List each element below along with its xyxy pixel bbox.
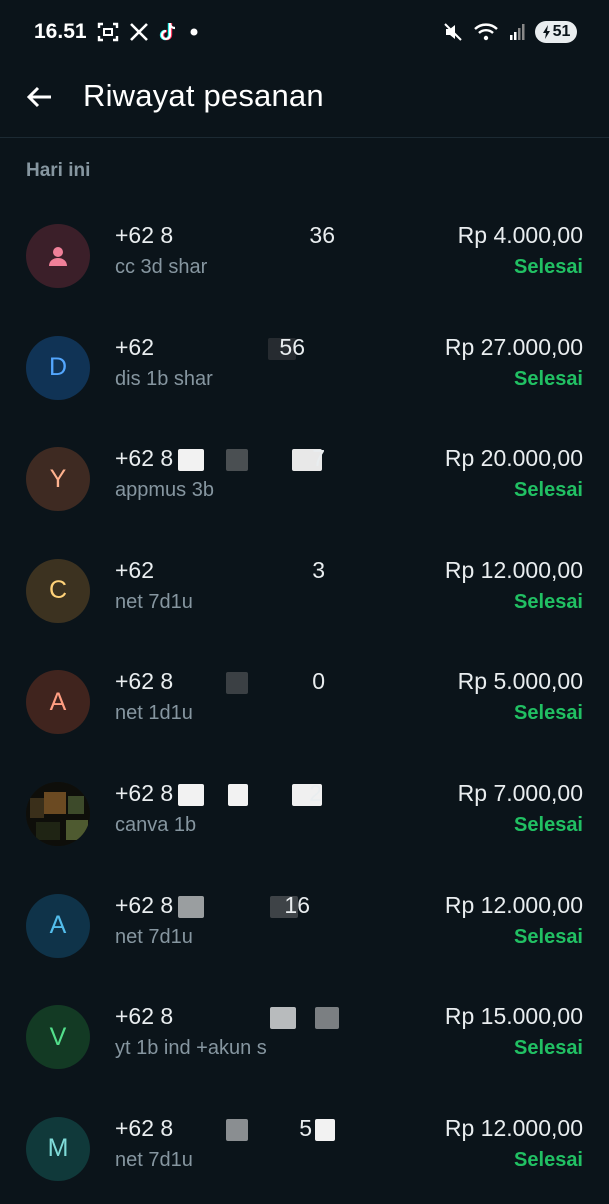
redaction-block [270, 1007, 296, 1030]
order-status: Selesai [514, 367, 583, 390]
customer-phone: +62 8 [115, 891, 174, 918]
order-amount: Rp 4.000,00 [457, 222, 583, 248]
order-item: canva 1b [115, 813, 197, 836]
order-row[interactable]: +62 8 2 canva 1b Rp 7.000,00 Selesai [0, 758, 609, 870]
customer-phone-end: 7 [312, 445, 325, 472]
arrow-left-icon [26, 86, 51, 108]
order-item: appmus 3b [115, 479, 214, 502]
profile-photo-icon [26, 781, 90, 846]
avatar-initial: V [49, 1022, 67, 1051]
redaction-mask [160, 556, 325, 587]
avatar [26, 224, 90, 288]
order-item: net 1d1u [115, 702, 193, 725]
order-row[interactable]: +62 8 36 cc 3d shar Rp 4.000,00 Selesai [0, 200, 609, 312]
order-list: +62 8 36 cc 3d shar Rp 4.000,00 Selesai D +62 … [0, 200, 609, 1204]
customer-phone-end: 16 [284, 891, 310, 918]
order-amount: Rp 7.000,00 [457, 779, 583, 806]
back-button[interactable] [22, 80, 56, 114]
order-amount: Rp 12.000,00 [444, 891, 583, 918]
order-status: Selesai [514, 925, 583, 948]
redaction-block [226, 672, 248, 695]
order-item: dis 1b shar [115, 367, 213, 390]
order-item: yt 1b ind +akun s [115, 1037, 267, 1060]
app-bar: Riwayat pesanan [0, 64, 609, 138]
avatar-initial: D [48, 353, 68, 382]
redaction-block [226, 449, 248, 472]
customer-phone-end: 2 [309, 779, 322, 806]
section-label-today: Hari ini [26, 160, 91, 181]
avatar: D [26, 335, 90, 400]
order-row[interactable]: A +62 8 0 net 1d1u Rp 5.000,00 Selesai [0, 646, 609, 758]
customer-phone-end: 36 [309, 222, 335, 248]
order-row[interactable]: V +62 8 yt 1b ind +akun s Rp 15.000,00 Seles… [0, 981, 609, 1093]
order-row[interactable]: M +62 8 5 net 7d1u Rp 12.000,00 Selesai [0, 1093, 609, 1204]
order-amount: Rp 15.000,00 [444, 1003, 583, 1030]
page-title: Riwayat pesanan [83, 78, 324, 113]
order-status: Selesai [514, 256, 583, 278]
redaction-block [228, 783, 248, 806]
order-amount: Rp 12.000,00 [444, 556, 583, 583]
battery-indicator: 51 [535, 21, 577, 43]
redaction-block [226, 1118, 248, 1141]
redaction-mask [178, 668, 325, 699]
avatar: V [26, 1005, 90, 1070]
order-item: net 7d1u [115, 925, 193, 948]
order-amount: Rp 20.000,00 [444, 445, 583, 472]
redaction-block [315, 1007, 339, 1030]
order-row[interactable]: D +62 8 56 dis 1b shar Rp 27.000,00 Selesai [0, 312, 609, 424]
customer-phone: +62 8 [115, 1114, 174, 1141]
order-amount: Rp 5.000,00 [457, 668, 583, 695]
person-icon [49, 247, 67, 266]
status-time: 16.51 [34, 20, 87, 43]
order-status: Selesai [514, 702, 583, 725]
customer-phone-end: 5 [299, 1114, 312, 1141]
redaction-block [315, 1118, 335, 1141]
customer-phone: +62 8 [115, 1003, 174, 1030]
order-item: cc 3d shar [115, 256, 208, 278]
avatar-initial: A [49, 687, 67, 716]
avatar: A [26, 670, 90, 735]
redaction-block [178, 449, 204, 472]
order-row[interactable]: C +62 8 3 net 7d1u Rp 12.000,00 Selesai [0, 535, 609, 647]
avatar-initial: C [48, 576, 68, 605]
order-amount: Rp 27.000,00 [444, 333, 583, 360]
tiktok-icon [159, 21, 179, 43]
avatar [26, 781, 90, 846]
avatar-initial: Y [49, 464, 67, 493]
customer-phone: +62 8 [115, 668, 174, 695]
customer-phone: +62 8 [115, 779, 174, 806]
avatar: A [26, 893, 90, 958]
customer-phone-end: 56 [279, 333, 305, 360]
charging-bolt-icon [542, 25, 550, 39]
customer-phone-end: 3 [312, 556, 325, 583]
wifi-icon [473, 22, 499, 42]
redaction-block [178, 895, 204, 918]
order-status: Selesai [514, 590, 583, 613]
order-status: Selesai [514, 813, 583, 836]
notification-dot-icon [189, 27, 199, 37]
mute-icon [443, 22, 463, 42]
order-item: net 7d1u [115, 1148, 193, 1171]
customer-phone: +62 8 [115, 222, 174, 248]
order-item: net 7d1u [115, 590, 193, 613]
screenshot-icon [97, 21, 119, 43]
order-status: Selesai [514, 1037, 583, 1060]
redaction-block [178, 783, 204, 806]
battery-level: 51 [552, 23, 571, 40]
customer-phone: +62 8 [115, 445, 174, 472]
order-row[interactable]: A +62 8 16 net 7d1u Rp 12.000,00 Selesai [0, 870, 609, 982]
x-app-icon [129, 22, 149, 42]
avatar: Y [26, 447, 90, 512]
avatar: C [26, 558, 90, 623]
order-status: Selesai [514, 479, 583, 502]
signal-icon [509, 23, 525, 41]
avatar-initial: A [49, 911, 67, 940]
order-row[interactable]: Y +62 8 7 appmus 3b Rp 20.000,00 Selesai [0, 423, 609, 535]
customer-phone-end: 0 [312, 668, 325, 695]
order-amount: Rp 12.000,00 [444, 1114, 583, 1141]
avatar: M [26, 1116, 90, 1181]
status-bar: 16.51 51 [0, 0, 609, 64]
order-status: Selesai [514, 1148, 583, 1171]
avatar-initial: M [47, 1134, 69, 1163]
